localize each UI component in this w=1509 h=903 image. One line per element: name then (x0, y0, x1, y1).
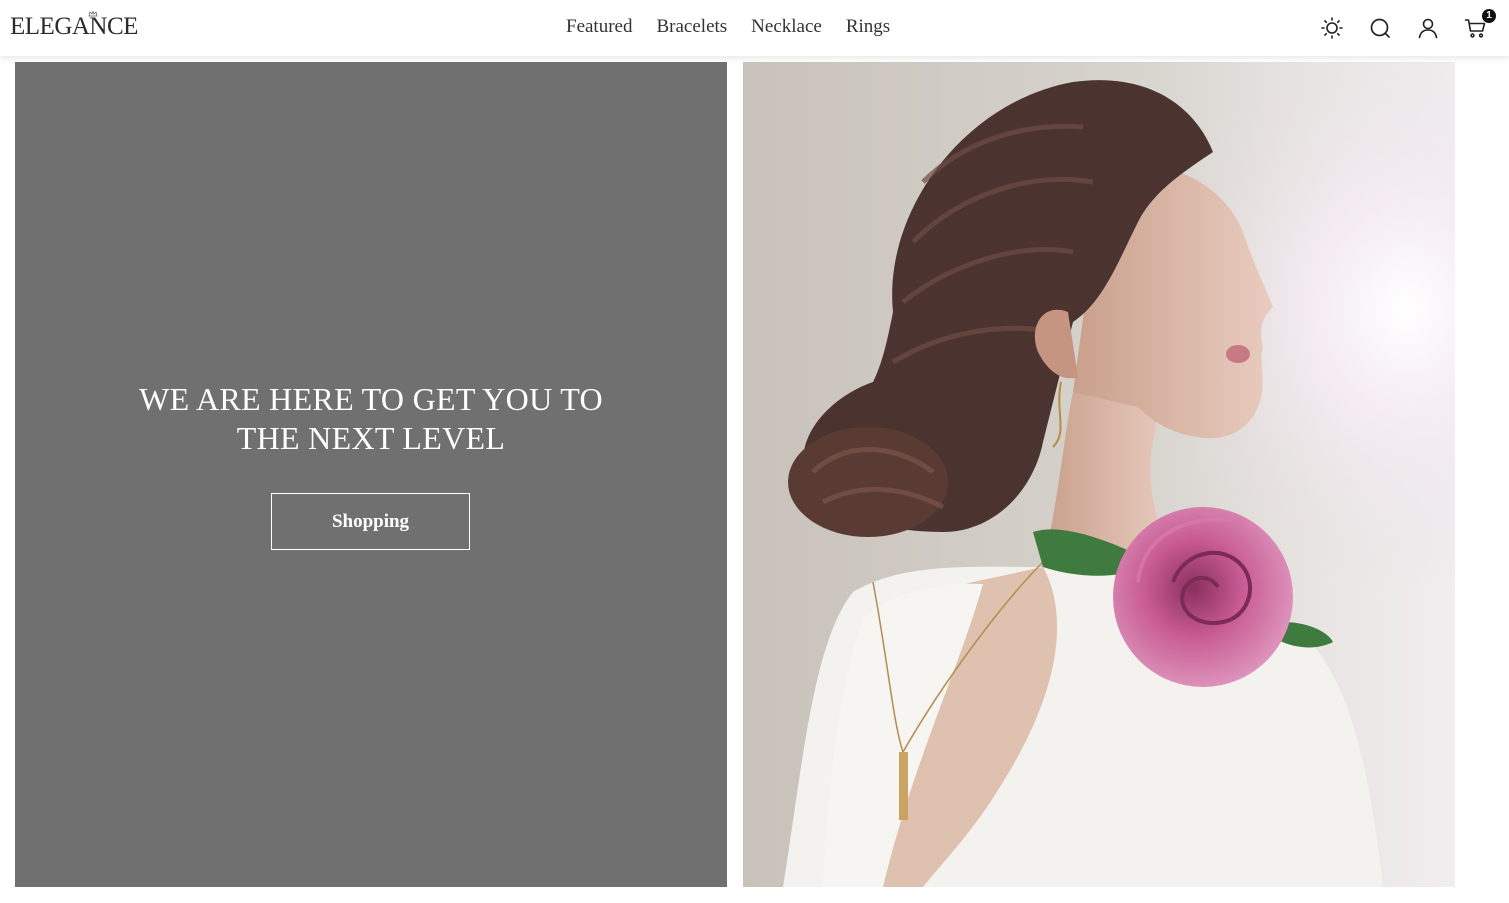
hero-title: WE ARE HERE TO GET YOU TO THE NEXT LEVEL (139, 381, 603, 456)
site-header: ELEGANCE Featured Bracelets Necklace Rin… (0, 0, 1509, 56)
header-actions: 1 (1320, 9, 1496, 40)
nav-item-featured[interactable]: Featured (566, 16, 632, 38)
search-icon[interactable] (1368, 16, 1392, 40)
logo-crown-icon (88, 11, 98, 17)
cart-count-badge: 1 (1482, 9, 1496, 23)
main-nav: Featured Bracelets Necklace Rings (566, 16, 890, 38)
logo[interactable]: ELEGANCE (10, 13, 138, 41)
nav-item-necklace[interactable]: Necklace (751, 16, 822, 38)
hero-text-panel: WE ARE HERE TO GET YOU TO THE NEXT LEVEL… (15, 62, 727, 887)
user-icon[interactable] (1416, 16, 1440, 40)
hero-model-illustration (743, 62, 1455, 887)
shopping-button[interactable]: Shopping (271, 493, 470, 550)
nav-item-rings[interactable]: Rings (846, 16, 890, 38)
hero-image (743, 62, 1455, 887)
sun-icon[interactable] (1320, 16, 1344, 40)
nav-item-bracelets[interactable]: Bracelets (656, 16, 727, 38)
cart-icon[interactable]: 1 (1464, 9, 1496, 40)
